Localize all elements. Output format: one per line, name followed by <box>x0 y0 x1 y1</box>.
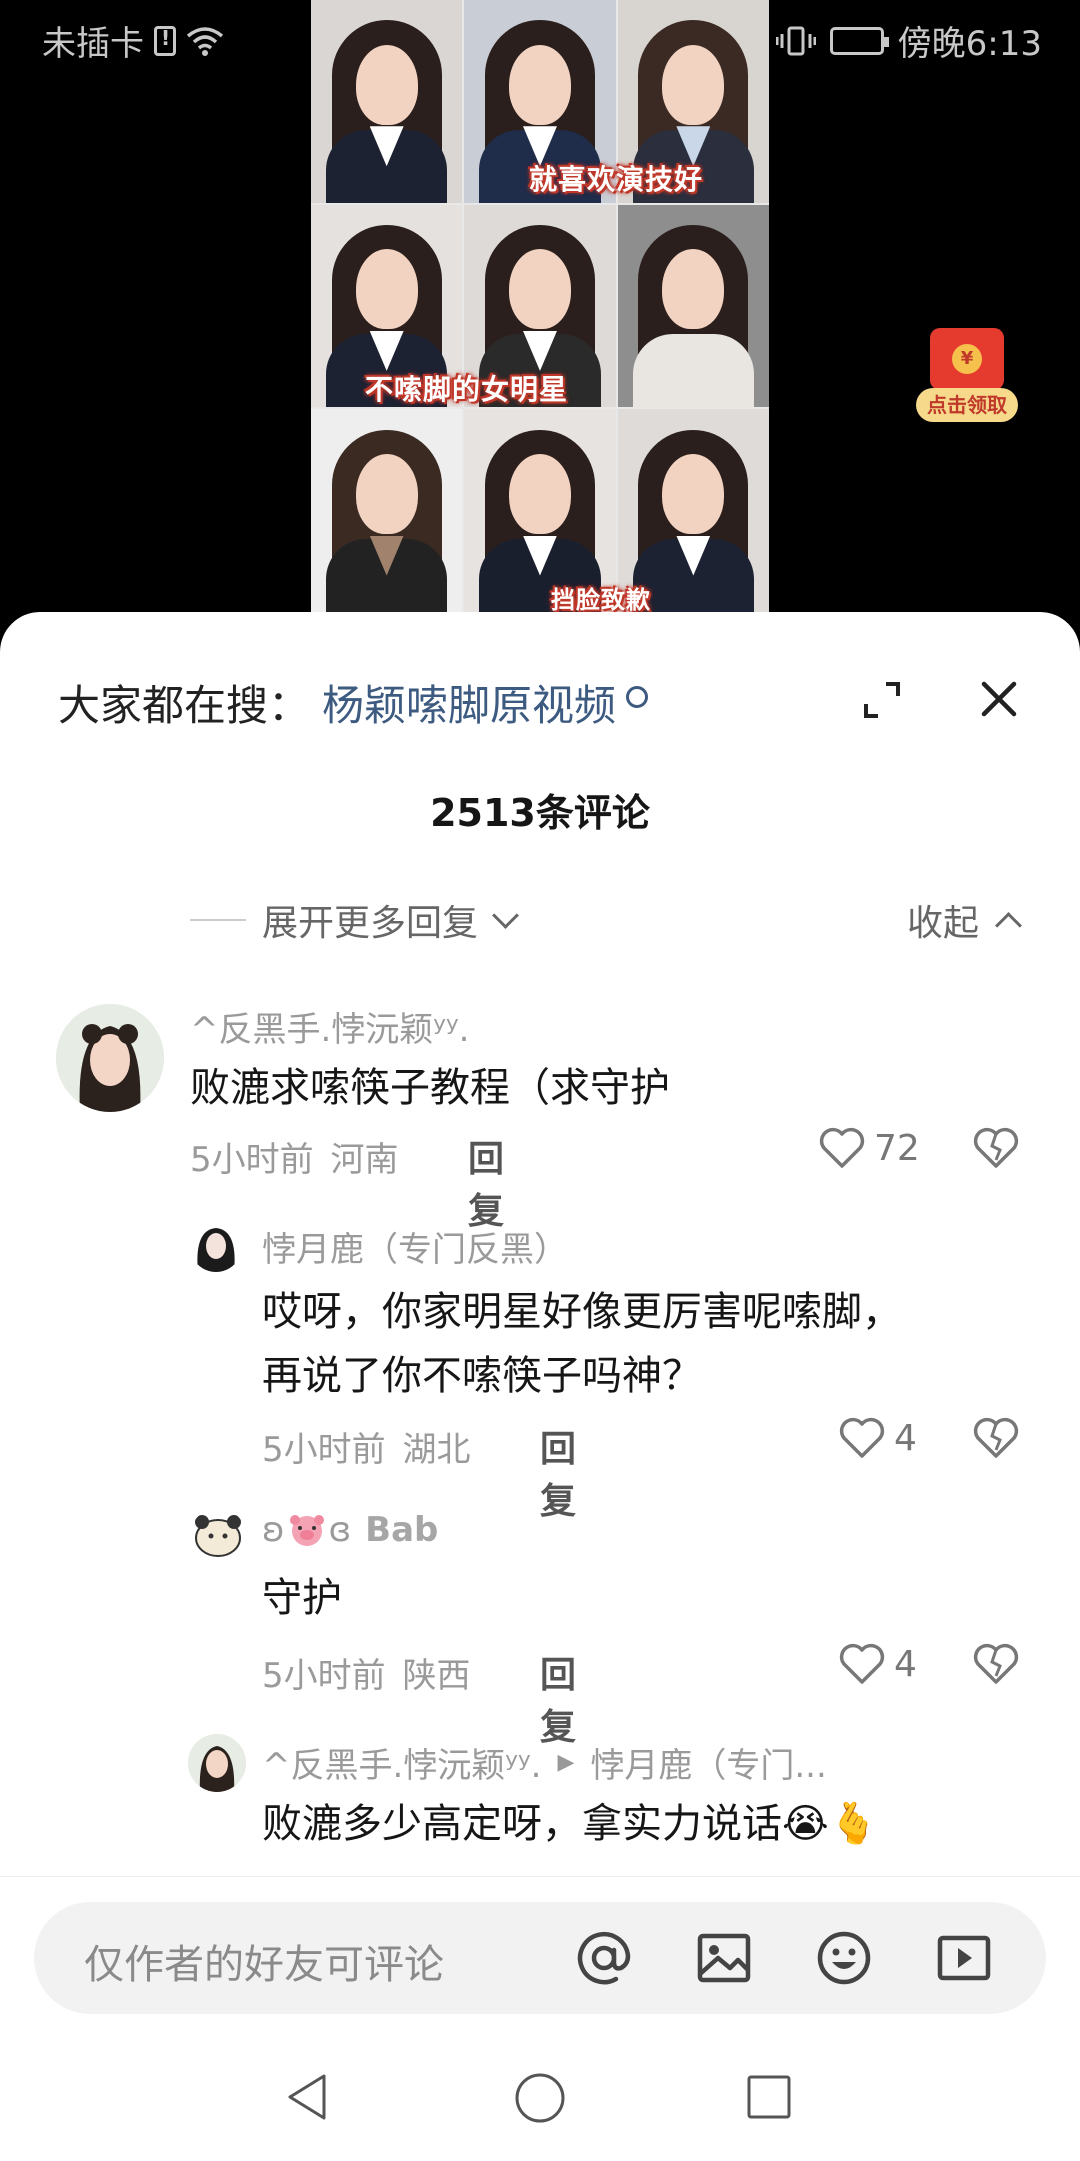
heart-icon <box>839 1417 885 1458</box>
red-packet-coin: ¥ <box>952 344 982 374</box>
photo-cell <box>311 0 463 203</box>
video-caption: 不嗦脚的女明星 <box>365 373 569 406</box>
reply-button[interactable]: 回复 <box>468 1130 504 1234</box>
avatar[interactable] <box>190 1508 246 1564</box>
like-button[interactable]: 4 <box>838 1642 917 1686</box>
broken-heart-icon[interactable] <box>972 1416 1020 1460</box>
photo-cell <box>617 204 769 408</box>
photo-grid <box>311 0 769 612</box>
reply-button[interactable]: 回复 <box>540 1646 576 1750</box>
video-icon[interactable] <box>934 1928 994 1988</box>
video-player[interactable]: 就喜欢演技好 不嗦脚的女明星 挡脸致歉 <box>311 0 769 612</box>
battery-icon <box>829 26 889 55</box>
wifi-icon <box>186 26 224 56</box>
image-icon[interactable] <box>694 1928 754 1988</box>
comment-text: 再说了你不嗦筷子吗神？ <box>262 1353 702 1399</box>
comment-count: 2513条评论 <box>430 791 650 835</box>
like-button[interactable]: 4 <box>838 1416 917 1460</box>
sim-warning-icon <box>154 25 176 56</box>
home-icon[interactable] <box>514 2072 566 2124</box>
comment-username[interactable]: ʚ ɞ Bab <box>262 1510 438 1550</box>
comment-text: 败漉多少高定呀，拿实力说话😭🫰 <box>262 1801 879 1847</box>
reply-arrow-icon: ▶ <box>557 1750 575 1775</box>
close-icon[interactable] <box>978 678 1020 720</box>
heart-icon <box>839 1643 885 1684</box>
reply-to-username[interactable]: 悖月鹿（专门... <box>590 1738 826 1787</box>
trending-search-term[interactable]: 杨颖嗦脚原视频 <box>322 672 616 733</box>
carrier-text: 未插卡 <box>42 24 144 64</box>
comment-location: 湖北 <box>402 1430 471 1470</box>
like-count: 4 <box>894 1417 917 1459</box>
avatar[interactable] <box>188 1734 246 1792</box>
reply-button[interactable]: 回复 <box>540 1420 576 1524</box>
heart-icon <box>819 1127 865 1168</box>
search-icon <box>626 685 649 708</box>
chevron-down-icon <box>492 901 519 929</box>
clock-text: 傍晚6:13 <box>897 24 1042 64</box>
system-nav-bar <box>0 2030 1080 2160</box>
comment-location: 陕西 <box>402 1656 471 1696</box>
comment-username[interactable]: ^反黑手.悖沅颖ʸʸ. <box>190 1002 469 1051</box>
comment-location: 河南 <box>330 1140 399 1180</box>
status-right: 傍晚6:13 <box>775 16 1042 65</box>
comment-meta: 5小时前 湖北 <box>262 1422 470 1471</box>
expand-more-replies[interactable]: 展开更多回复 <box>190 894 519 946</box>
like-count: 4 <box>894 1643 917 1685</box>
comment-meta: 5小时前 陕西 <box>262 1648 470 1697</box>
comment-time: 5小时前 <box>262 1430 386 1470</box>
video-caption: 挡脸致歉 <box>551 586 651 612</box>
username-name: Bab <box>365 1510 439 1550</box>
vibrate-icon <box>775 26 816 55</box>
username-prefix: ʚ <box>262 1510 285 1550</box>
like-count: 72 <box>874 1127 920 1169</box>
recents-icon[interactable] <box>746 2074 792 2120</box>
comment-time: 5小时前 <box>190 1140 314 1180</box>
trending-search[interactable]: 大家都在搜： 杨颖嗦脚原视频 <box>58 672 649 733</box>
comment-text: 败漉求嗦筷子教程（求守护 <box>190 1065 670 1111</box>
like-button[interactable]: 72 <box>818 1126 920 1170</box>
comment-username[interactable]: ^反黑手.悖沅颖ʸʸ. ▶ 悖月鹿（专门... <box>262 1738 827 1787</box>
username: ^反黑手.悖沅颖ʸʸ. <box>262 1746 542 1786</box>
pig-icon <box>289 1515 324 1546</box>
broken-heart-icon[interactable] <box>972 1642 1020 1686</box>
comment-text: 哎呀，你家明星好像更厉害呢嗦脚， <box>262 1289 902 1335</box>
comment-meta: 5小时前 河南 <box>190 1132 398 1181</box>
at-mention-icon[interactable] <box>574 1928 634 1988</box>
trending-search-prefix: 大家都在搜： <box>58 681 311 730</box>
comment-text: 守护 <box>262 1575 342 1621</box>
comment-input[interactable]: 仅作者的好友可评论 <box>34 1902 1046 2014</box>
status-left: 未插卡 <box>42 16 224 65</box>
video-caption: 就喜欢演技好 <box>529 163 704 196</box>
avatar[interactable] <box>190 1220 242 1272</box>
collapse-label: 收起 <box>906 903 979 944</box>
back-icon[interactable] <box>284 2072 330 2122</box>
divider-line <box>190 919 246 921</box>
broken-heart-icon[interactable] <box>972 1126 1020 1170</box>
expand-icon[interactable] <box>862 680 902 720</box>
comment-username[interactable]: 悖月鹿（专门反黑） <box>262 1222 568 1271</box>
avatar[interactable] <box>56 1004 164 1112</box>
photo-cell <box>311 409 463 612</box>
expand-more-label: 展开更多回复 <box>262 903 479 944</box>
comment-input-placeholder: 仅作者的好友可评论 <box>84 1942 444 1988</box>
comment-time: 5小时前 <box>262 1656 386 1696</box>
red-packet-button[interactable]: ¥ 点击领取 <box>916 328 1018 426</box>
emoji-icon[interactable] <box>814 1928 874 1988</box>
red-packet-label: 点击领取 <box>916 388 1018 422</box>
chevron-up-icon <box>995 911 1022 939</box>
collapse-replies[interactable]: 收起 <box>906 894 1022 946</box>
username-suffix: ɞ <box>328 1510 352 1550</box>
